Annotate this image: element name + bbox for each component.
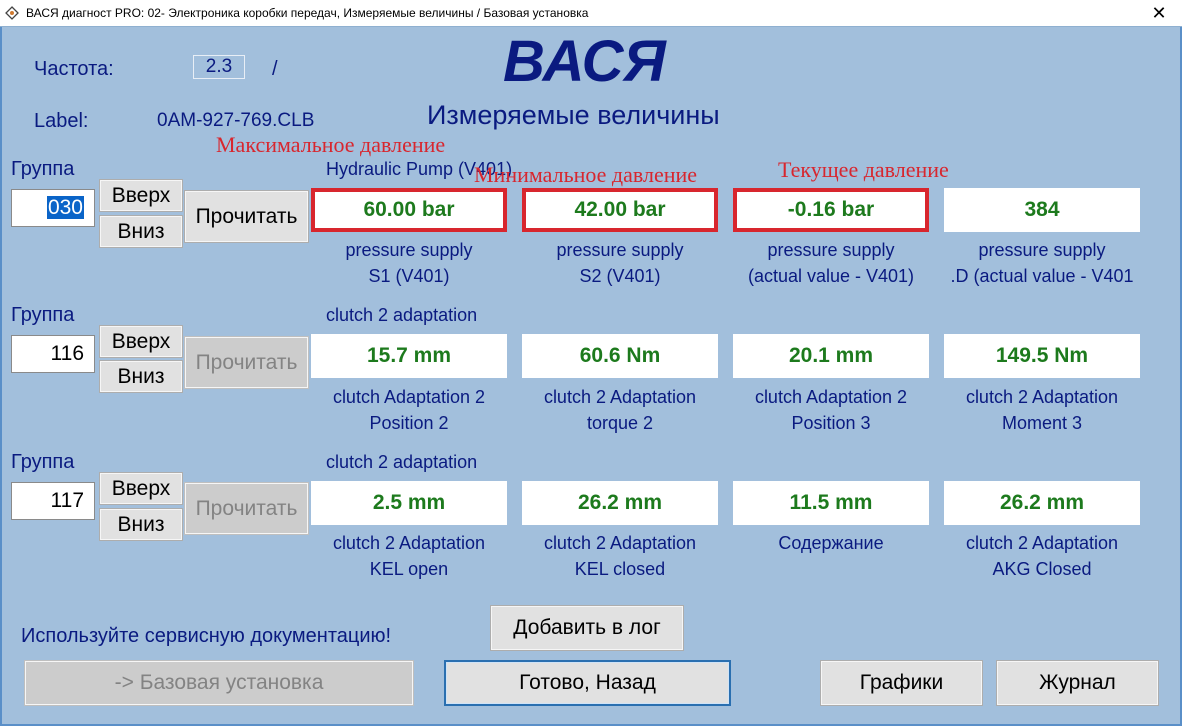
value-description: pressure supply (actual value - V401) — [747, 240, 915, 286]
annotation-max-pressure: Максимальное давление — [216, 132, 446, 157]
frequency-value: 2.3 — [193, 55, 245, 79]
page-title: Измеряемые величины — [427, 100, 720, 130]
value-field: 11.5 mm — [733, 481, 929, 525]
value-description: clutch 2 Adaptation KEL open — [332, 533, 486, 579]
value-description: clutch 2 Adaptation torque 2 — [543, 387, 697, 433]
group-up-button[interactable]: Вверх — [99, 325, 183, 358]
label-label: Label: — [34, 110, 89, 132]
charts-button[interactable]: Графики — [820, 660, 983, 706]
value-description: Содержание — [778, 533, 884, 553]
read-button[interactable]: Прочитать — [184, 482, 309, 535]
value-field: 60.00 bar — [311, 188, 507, 232]
read-button[interactable]: Прочитать — [184, 336, 309, 389]
group-title: clutch 2 adaptation — [326, 305, 478, 325]
group-number-input[interactable]: 117 — [11, 482, 95, 520]
value-description: clutch Adaptation 2 Position 3 — [754, 387, 908, 433]
value-description: pressure supply .D (actual value - V401 — [950, 240, 1134, 286]
group-label: Группа — [11, 158, 75, 180]
close-button[interactable]: ✕ — [1136, 0, 1182, 27]
value-description: pressure supply S2 (V401) — [556, 240, 684, 286]
close-icon: ✕ — [1151, 3, 1167, 23]
group-number-value: 116 — [50, 342, 84, 365]
value-description: clutch 2 Adaptation Moment 3 — [965, 387, 1119, 433]
title-bar: ВАСЯ диагност PRO: 02- Электроника короб… — [0, 0, 1182, 27]
annotation-current-pressure: Текущее давление — [778, 157, 949, 182]
group-up-button[interactable]: Вверх — [99, 179, 183, 212]
basic-setting-button[interactable]: -> Базовая установка — [24, 660, 414, 706]
window-title: ВАСЯ диагност PRO: 02- Электроника короб… — [26, 6, 589, 20]
app-icon — [5, 6, 19, 20]
frequency-separator: / — [272, 58, 278, 80]
value-field: 60.6 Nm — [522, 334, 718, 378]
value-field: 384 — [944, 188, 1140, 232]
group-number-input[interactable]: 030 — [11, 189, 95, 227]
group-number-value: 117 — [50, 489, 84, 512]
group-down-button[interactable]: Вниз — [99, 508, 183, 541]
value-field: 26.2 mm — [944, 481, 1140, 525]
group-label: Группа — [11, 451, 75, 473]
value-description: clutch 2 Adaptation AKG Closed — [965, 533, 1119, 579]
app-logo: ВАСЯ — [503, 29, 666, 94]
group-label: Группа — [11, 304, 75, 326]
group-number-input[interactable]: 116 — [11, 335, 95, 373]
done-back-button[interactable]: Готово, Назад — [444, 660, 731, 706]
value-description: clutch Adaptation 2 Position 2 — [332, 387, 486, 433]
journal-button[interactable]: Журнал — [996, 660, 1159, 706]
value-field: 26.2 mm — [522, 481, 718, 525]
annotation-min-pressure: Минимальное давление — [474, 162, 698, 187]
label-file: 0AM-927-769.CLB — [157, 110, 315, 131]
value-description: pressure supply S1 (V401) — [345, 240, 473, 286]
group-title: clutch 2 adaptation — [326, 452, 478, 472]
group-down-button[interactable]: Вниз — [99, 215, 183, 248]
add-to-log-button[interactable]: Добавить в лог — [490, 605, 684, 651]
value-field: 20.1 mm — [733, 334, 929, 378]
group-up-button[interactable]: Вверх — [99, 472, 183, 505]
value-field: 149.5 Nm — [944, 334, 1140, 378]
group-down-button[interactable]: Вниз — [99, 360, 183, 393]
read-button[interactable]: Прочитать — [184, 190, 309, 243]
group-number-value: 030 — [46, 196, 84, 219]
value-description: clutch 2 Adaptation KEL closed — [543, 533, 697, 579]
value-field: -0.16 bar — [733, 188, 929, 232]
service-doc-notice: Используйте сервисную документацию! — [21, 625, 392, 647]
frequency-label: Частота: — [34, 58, 114, 80]
value-field: 42.00 bar — [522, 188, 718, 232]
value-field: 2.5 mm — [311, 481, 507, 525]
value-field: 15.7 mm — [311, 334, 507, 378]
